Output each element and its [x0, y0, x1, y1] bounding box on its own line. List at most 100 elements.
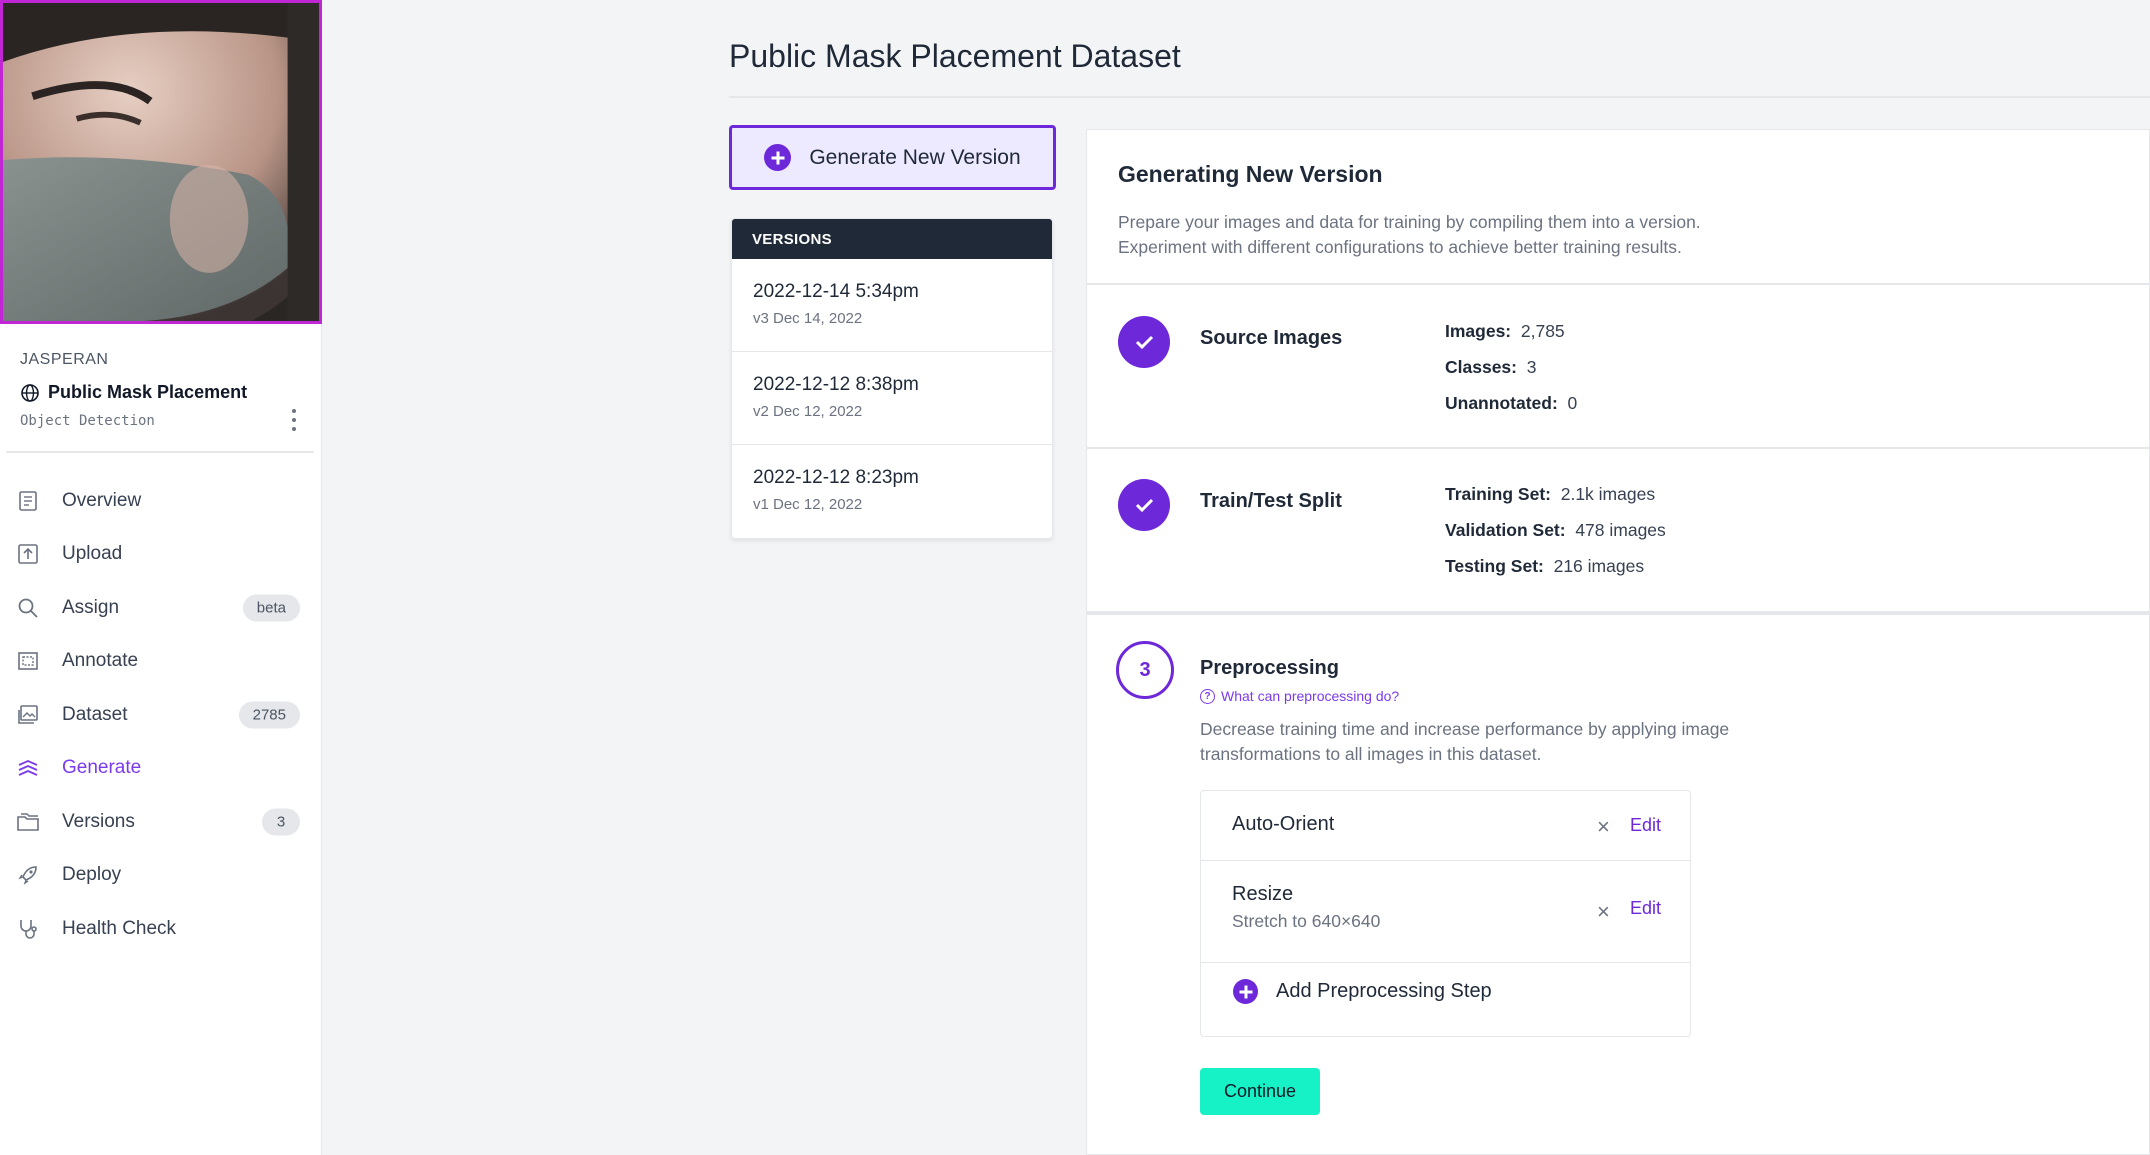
source-stats: Images: 2,785 Classes: 3 Unannotated: 0 — [1445, 321, 1577, 429]
edit-button[interactable]: Edit — [1630, 898, 1661, 919]
remove-resize-icon[interactable]: × — [1597, 901, 1610, 923]
split-stats: Training Set: 2.1k images Validation Set… — [1445, 484, 1666, 592]
continue-button[interactable]: Continue — [1200, 1068, 1320, 1115]
check-icon — [1118, 316, 1170, 368]
sidebar-item-versions[interactable]: Versions 3 — [0, 795, 322, 849]
step-name: Auto-Orient — [1232, 813, 1335, 835]
plus-circle-icon — [764, 144, 792, 171]
sidebar-item-label: Dataset — [62, 703, 128, 725]
version-date: 2022-12-12 8:38pm — [753, 374, 919, 395]
panel-title: Generating New Version — [1118, 161, 1383, 187]
preprocessing-step-auto-orient: Auto-Orient Edit — [1201, 791, 1690, 861]
rocket-icon — [18, 866, 37, 885]
version-date: 2022-12-14 5:34pm — [753, 281, 919, 302]
version-date: 2022-12-12 8:23pm — [753, 467, 919, 488]
project-name[interactable]: Public Mask Placement — [20, 382, 247, 403]
project-name-label: Public Mask Placement — [48, 382, 248, 402]
step-preprocessing: 3 Preprocessing ? What can preprocessing… — [1087, 613, 2149, 1115]
panel-description: Prepare your images and data for trainin… — [1118, 210, 1818, 260]
generate-new-version-button[interactable]: Generate New Version — [729, 125, 1056, 190]
stat-value: 3 — [1526, 357, 1537, 377]
sidebar-item-label: Deploy — [62, 864, 122, 886]
sidebar-item-generate[interactable]: Generate — [0, 742, 322, 796]
versions-count-badge: 3 — [262, 808, 300, 836]
step-label: Preprocessing — [1200, 657, 1339, 679]
stat-key: Validation Set: — [1445, 520, 1566, 540]
sidebar-item-label: Assign — [62, 596, 120, 618]
versions-list: VERSIONS 2022-12-14 5:34pm v3 Dec 14, 20… — [731, 218, 1053, 539]
edit-button[interactable]: Edit — [1630, 815, 1661, 836]
document-icon — [19, 490, 37, 511]
project-thumbnail[interactable] — [0, 0, 322, 324]
version-subtitle: v1 Dec 12, 2022 — [753, 496, 863, 513]
dataset-count-badge: 2785 — [238, 701, 300, 729]
sidebar-item-annotate[interactable]: Annotate — [0, 635, 322, 689]
step-label: Source Images — [1200, 327, 1343, 349]
version-subtitle: v3 Dec 14, 2022 — [753, 310, 863, 327]
stethoscope-icon — [20, 919, 37, 939]
sidebar: JASPERAN Public Mask Placement Object De… — [0, 0, 322, 1155]
search-icon — [18, 598, 38, 618]
generate-icon — [18, 760, 38, 777]
check-icon — [1118, 479, 1170, 531]
stat-key: Classes: — [1445, 357, 1517, 377]
project-type: Object Detection — [20, 413, 155, 429]
project-menu-icon[interactable] — [287, 409, 301, 431]
add-preprocessing-step-button[interactable]: Add Preprocessing Step — [1233, 979, 1492, 1004]
stat-row: Images: 2,785 — [1445, 321, 1577, 357]
stat-row: Unannotated: 0 — [1445, 393, 1577, 429]
stat-value: 478 images — [1575, 520, 1666, 540]
stat-row: Validation Set: 478 images — [1445, 520, 1666, 556]
step-train-test-split[interactable]: Train/Test Split Training Set: 2.1k imag… — [1087, 449, 2149, 613]
version-item[interactable]: 2022-12-14 5:34pm v3 Dec 14, 2022 — [732, 259, 1052, 352]
folders-icon — [17, 813, 39, 831]
generate-version-panel: Generating New Version Prepare your imag… — [1086, 129, 2150, 1155]
page-title: Public Mask Placement Dataset — [729, 38, 1181, 74]
sidebar-item-overview[interactable]: Overview — [0, 474, 322, 528]
sidebar-item-label: Upload — [62, 543, 123, 565]
help-link-label: What can preprocessing do? — [1221, 688, 1400, 704]
sidebar-item-label: Health Check — [62, 917, 177, 939]
workspace-owner: JASPERAN — [20, 351, 109, 368]
sidebar-item-label: Generate — [62, 757, 142, 779]
sidebar-item-upload[interactable]: Upload — [0, 528, 322, 582]
face-mask-image — [3, 3, 319, 321]
panel-description-line: Prepare your images and data for trainin… — [1118, 212, 1701, 232]
sidebar-item-assign[interactable]: Assign beta — [0, 581, 322, 635]
stat-value: 216 images — [1553, 556, 1645, 576]
versions-header: VERSIONS — [732, 219, 1052, 259]
upload-icon — [18, 544, 38, 565]
stat-key: Unannotated: — [1445, 393, 1558, 413]
stat-key: Images: — [1445, 321, 1512, 341]
stat-row: Training Set: 2.1k images — [1445, 484, 1666, 520]
version-item[interactable]: 2022-12-12 8:38pm v2 Dec 12, 2022 — [732, 352, 1052, 445]
step-source-images[interactable]: Source Images Images: 2,785 Classes: 3 U… — [1087, 285, 2149, 449]
sidebar-item-health-check[interactable]: Health Check — [0, 902, 322, 956]
stat-row: Testing Set: 216 images — [1445, 556, 1666, 592]
panel-description-line: Experiment with different configurations… — [1118, 237, 1682, 257]
sidebar-item-deploy[interactable]: Deploy — [0, 849, 322, 903]
version-item[interactable]: 2022-12-12 8:23pm v1 Dec 12, 2022 — [732, 445, 1052, 538]
plus-circle-icon — [1233, 979, 1258, 1004]
sidebar-item-dataset[interactable]: Dataset 2785 — [0, 688, 322, 742]
generate-new-version-label: Generate New Version — [809, 145, 1021, 169]
stat-key: Training Set: — [1445, 484, 1551, 504]
remove-auto-orient-icon[interactable]: × — [1597, 816, 1610, 838]
stat-row: Classes: 3 — [1445, 357, 1577, 393]
sidebar-item-label: Versions — [62, 810, 135, 832]
images-icon — [18, 704, 38, 724]
preprocessing-help-link[interactable]: ? What can preprocessing do? — [1200, 688, 1399, 704]
globe-icon — [21, 383, 39, 402]
stat-value: 2,785 — [1520, 321, 1565, 341]
version-subtitle: v2 Dec 12, 2022 — [753, 403, 863, 420]
sidebar-divider — [6, 451, 314, 453]
annotate-icon — [18, 652, 38, 671]
step-name: Resize — [1232, 883, 1294, 905]
preprocessing-description: Decrease training time and increase perf… — [1200, 719, 1730, 764]
step-detail: Stretch to 640×640 — [1232, 911, 1381, 931]
sidebar-item-label: Annotate — [62, 650, 139, 672]
step-label: Train/Test Split — [1200, 490, 1342, 512]
preprocessing-steps: Auto-Orient Edit Resize Stretch to 640×6… — [1200, 790, 1691, 1037]
beta-badge: beta — [242, 594, 300, 622]
title-divider — [729, 96, 2150, 98]
